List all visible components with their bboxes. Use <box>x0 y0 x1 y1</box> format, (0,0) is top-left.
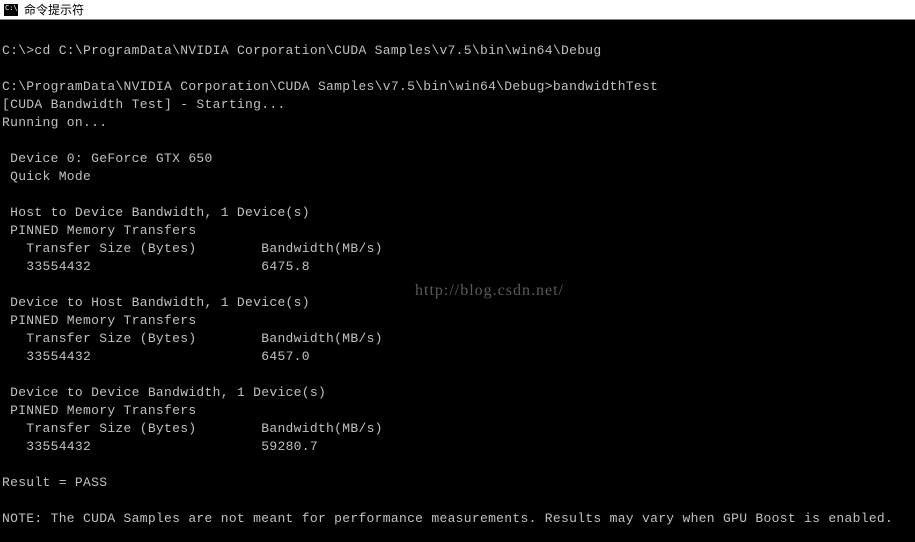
note-line: NOTE: The CUDA Samples are not meant for… <box>2 511 893 526</box>
output-line: PINNED Memory Transfers <box>2 223 196 238</box>
data-value: 6475.8 <box>261 259 310 274</box>
output-line: [CUDA Bandwidth Test] - Starting... <box>2 97 286 112</box>
prompt: C:\> <box>2 43 34 58</box>
result-line: Result = PASS <box>2 475 107 490</box>
terminal-output[interactable]: C:\>cd C:\ProgramData\NVIDIA Corporation… <box>0 20 915 532</box>
section-header: Host to Device Bandwidth, 1 Device(s) <box>2 205 310 220</box>
column-header: Bandwidth(MB/s) <box>261 241 383 256</box>
column-header: Bandwidth(MB/s) <box>261 331 383 346</box>
data-value: 59280.7 <box>261 439 318 454</box>
cmd-icon <box>4 4 18 16</box>
section-header: Device to Host Bandwidth, 1 Device(s) <box>2 295 310 310</box>
column-header: Bandwidth(MB/s) <box>261 421 383 436</box>
command-text: cd C:\ProgramData\NVIDIA Corporation\CUD… <box>34 43 601 58</box>
column-header: Transfer Size (Bytes) <box>2 331 196 346</box>
data-value: 33554432 <box>2 439 91 454</box>
output-line: PINNED Memory Transfers <box>2 313 196 328</box>
output-line: Running on... <box>2 115 107 130</box>
data-value: 6457.0 <box>261 349 310 364</box>
section-header: Device to Device Bandwidth, 1 Device(s) <box>2 385 326 400</box>
output-line: Device 0: GeForce GTX 650 <box>2 151 213 166</box>
column-header: Transfer Size (Bytes) <box>2 241 196 256</box>
output-line: Quick Mode <box>2 169 91 184</box>
output-line: PINNED Memory Transfers <box>2 403 196 418</box>
data-value: 33554432 <box>2 259 91 274</box>
data-value: 33554432 <box>2 349 91 364</box>
column-header: Transfer Size (Bytes) <box>2 421 196 436</box>
command-text: bandwidthTest <box>553 79 658 94</box>
window-title: 命令提示符 <box>24 1 84 18</box>
window-titlebar[interactable]: 命令提示符 <box>0 0 915 20</box>
prompt: C:\ProgramData\NVIDIA Corporation\CUDA S… <box>2 79 553 94</box>
